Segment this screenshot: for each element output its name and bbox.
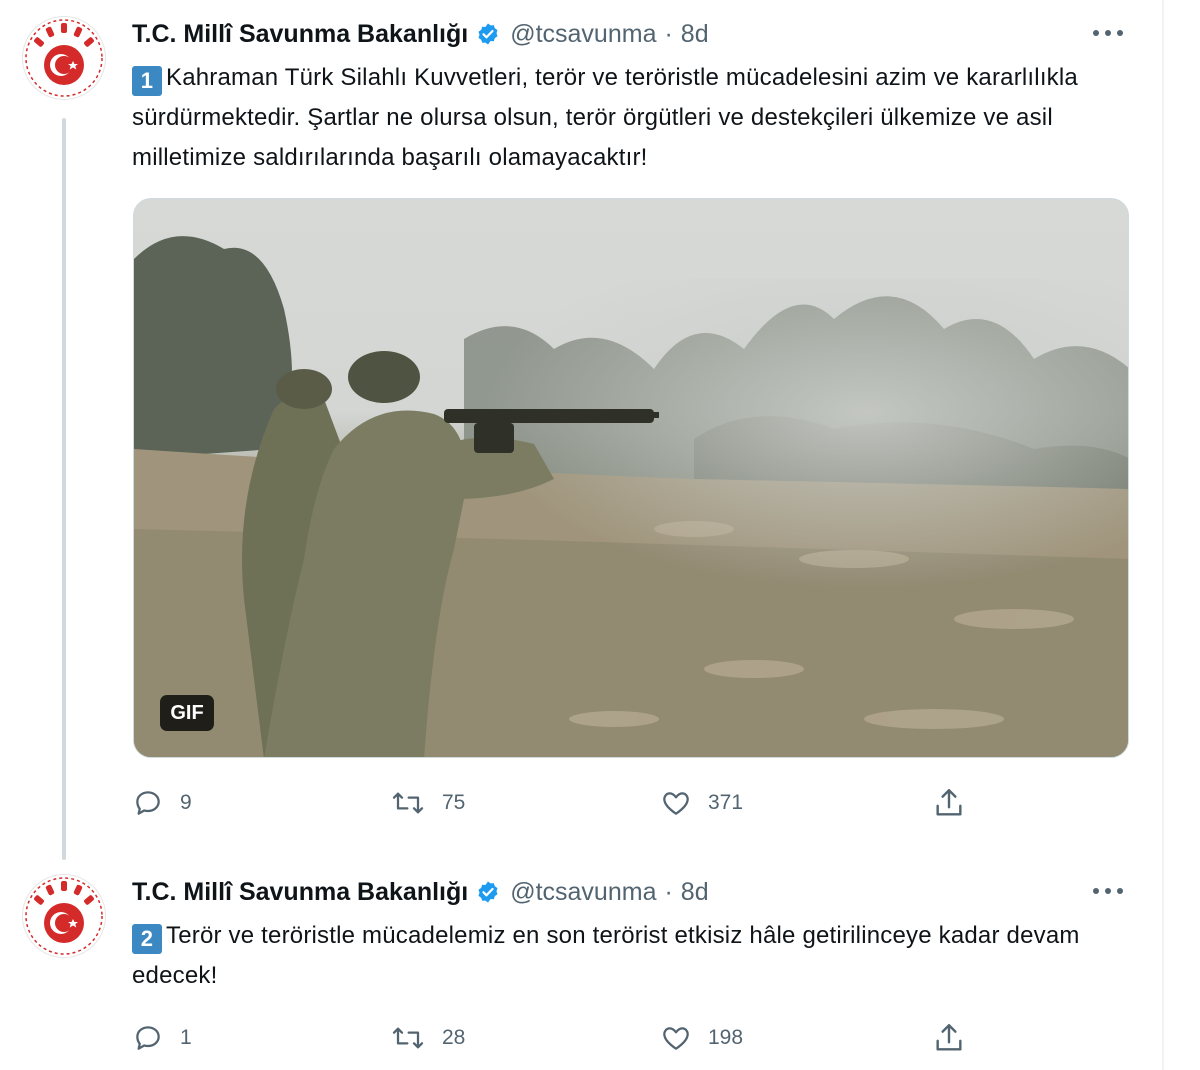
share-icon xyxy=(932,786,966,820)
separator: · xyxy=(664,877,673,906)
like-count: 198 xyxy=(708,1026,744,1049)
keycap-number: 1 xyxy=(132,66,162,96)
reply-icon xyxy=(132,1022,164,1054)
share-button[interactable] xyxy=(932,783,966,823)
tweet-text: 1 Kahraman Türk Silahlı Kuvvetleri, terör… xyxy=(132,58,1132,178)
retweet-icon xyxy=(390,1022,426,1054)
timestamp[interactable]: 8d xyxy=(681,878,709,907)
reply-button[interactable]: 1 xyxy=(132,1018,192,1058)
like-icon xyxy=(660,1022,692,1054)
ministry-logo xyxy=(25,19,103,97)
like-icon xyxy=(660,787,692,819)
avatar[interactable] xyxy=(22,16,106,100)
author-name[interactable]: T.C. Millî Savunma Bakanlığı xyxy=(132,878,468,907)
reply-count: 1 xyxy=(180,1026,192,1049)
share-icon xyxy=(932,1021,966,1055)
more-icon[interactable] xyxy=(1088,876,1128,906)
tweet-header: T.C. Millî Savunma Bakanlığı @tcsavunma … xyxy=(132,16,709,52)
verified-badge-icon xyxy=(476,880,500,904)
thread-connector-line xyxy=(62,118,66,860)
author-handle[interactable]: @tcsavunma xyxy=(510,20,656,49)
retweet-button[interactable]: 75 xyxy=(390,783,465,823)
reply-button[interactable]: 9 xyxy=(132,783,192,823)
more-icon[interactable] xyxy=(1088,18,1128,48)
author-name[interactable]: T.C. Millî Savunma Bakanlığı xyxy=(132,20,468,49)
retweet-count: 75 xyxy=(442,791,466,814)
gif-badge[interactable]: GIF xyxy=(160,695,214,731)
avatar[interactable] xyxy=(22,874,106,958)
author-handle[interactable]: @tcsavunma xyxy=(510,878,656,907)
reply-icon xyxy=(132,787,164,819)
tweet-actions: 9 75 371 xyxy=(132,783,992,823)
tweet-media[interactable]: GIF xyxy=(133,198,1129,758)
like-count: 371 xyxy=(708,791,744,814)
ministry-logo xyxy=(25,877,103,955)
retweet-button[interactable]: 28 xyxy=(390,1018,465,1058)
tweet-actions: 1 28 198 xyxy=(132,1018,992,1058)
tweet-body: Kahraman Türk Silahlı Kuvvetleri, terör … xyxy=(132,64,1078,171)
media-image xyxy=(134,236,1128,757)
like-button[interactable]: 371 xyxy=(660,783,743,823)
timeline-border xyxy=(1162,0,1164,1070)
retweet-count: 28 xyxy=(442,1026,466,1049)
share-button[interactable] xyxy=(932,1018,966,1058)
tweet-body: Terör ve teröristle mücadelemiz en son t… xyxy=(132,922,1080,989)
verified-badge-icon xyxy=(476,22,500,46)
timestamp[interactable]: 8d xyxy=(681,20,709,49)
reply-count: 9 xyxy=(180,791,192,814)
tweet-header: T.C. Millî Savunma Bakanlığı @tcsavunma … xyxy=(132,874,709,910)
tweet-text: 2 Terör ve teröristle mücadelemiz en son … xyxy=(132,916,1132,996)
separator: · xyxy=(664,19,673,48)
keycap-number: 2 xyxy=(132,924,162,954)
retweet-icon xyxy=(390,787,426,819)
like-button[interactable]: 198 xyxy=(660,1018,743,1058)
